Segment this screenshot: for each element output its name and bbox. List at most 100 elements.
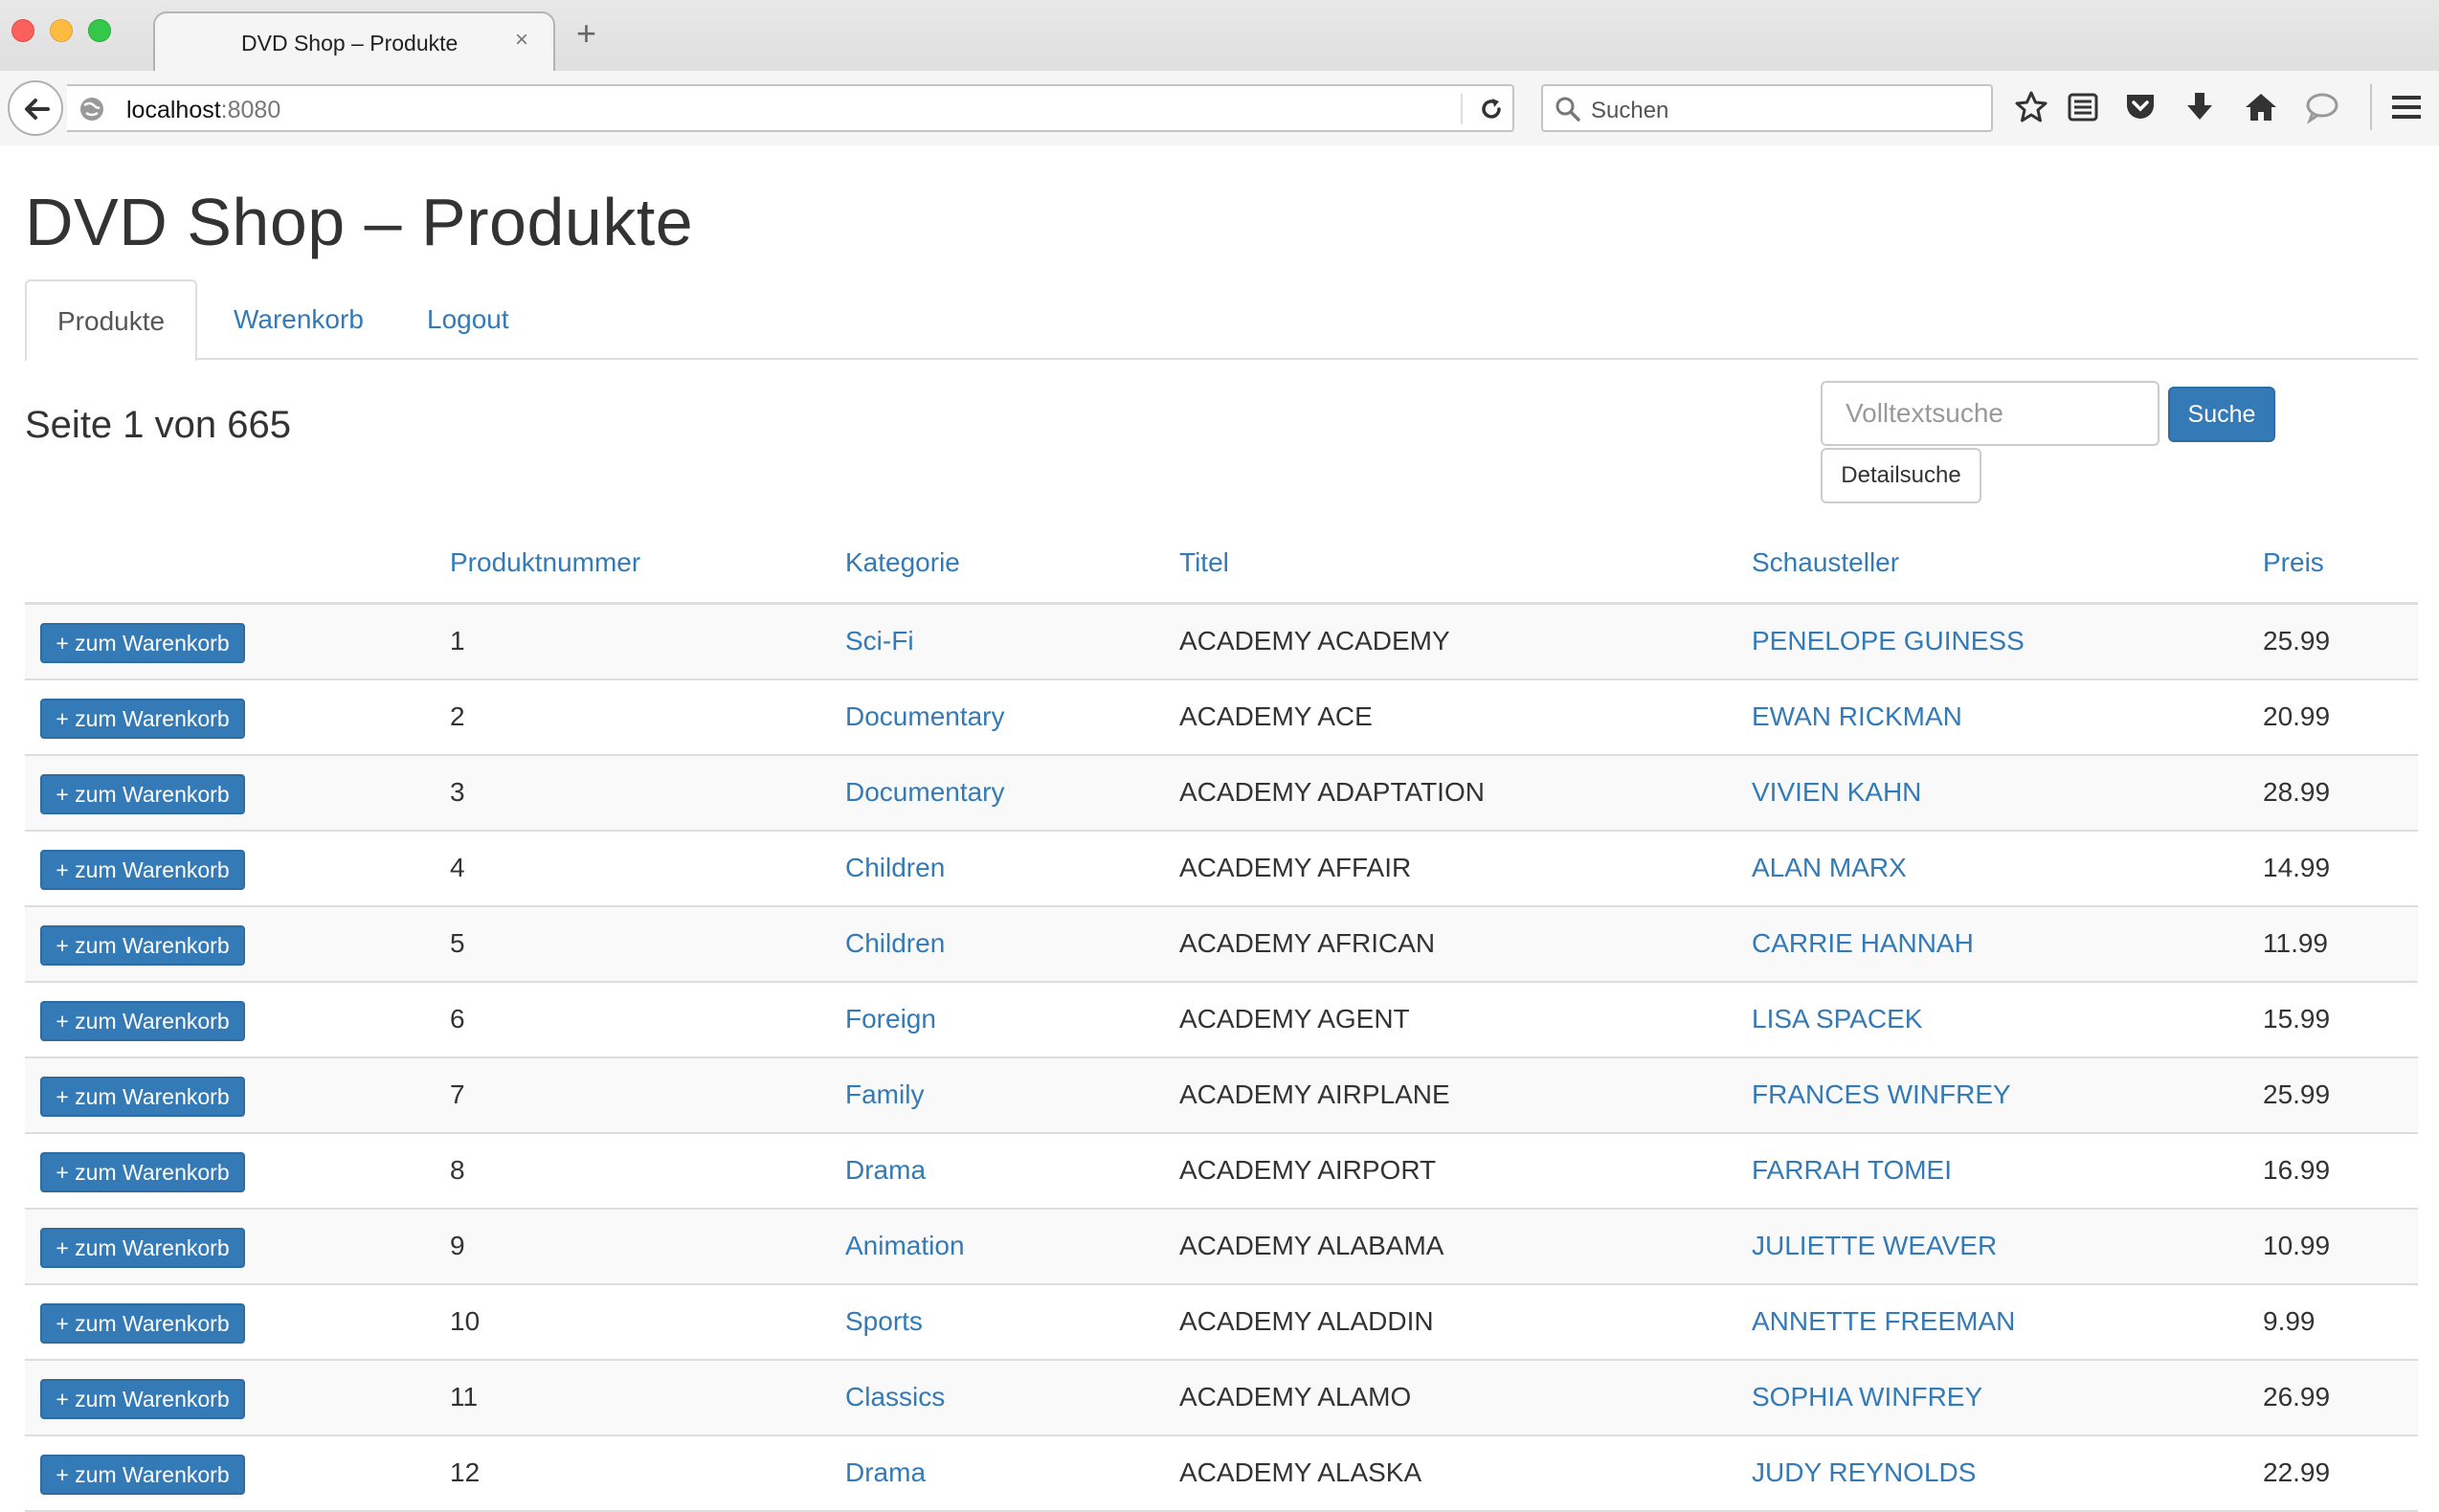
table-row: + zum Warenkorb 4 Children ACADEMY AFFAIR AL… [25, 832, 2418, 907]
table-row: + zum Warenkorb 3 Documentary ACADEMY ADAPT… [25, 756, 2418, 832]
actor-link[interactable]: VIVIEN KAHN [1752, 777, 1921, 808]
category-link[interactable]: Animation [845, 1231, 965, 1261]
url-port: :8080 [220, 97, 281, 123]
add-to-cart-button[interactable]: + zum Warenkorb [40, 925, 245, 966]
products-table: Produktnummer Kategorie Titel Schaustell… [25, 528, 2418, 1512]
browser-search-bar[interactable]: Suchen [1541, 84, 1993, 132]
table-row: + zum Warenkorb 6 Foreign ACADEMY AGENT LISA… [25, 983, 2418, 1058]
nav-tabs: Produkte Warenkorb Logout [25, 279, 2418, 362]
add-to-cart-button[interactable]: + zum Warenkorb [40, 1455, 245, 1495]
browser-search-placeholder: Suchen [1591, 98, 1669, 123]
table-row: + zum Warenkorb 11 Classics ACADEMY ALAMO SO… [25, 1361, 2418, 1436]
table-row: + zum Warenkorb 7 Family ACADEMY AIRPLANE FR… [25, 1058, 2418, 1134]
product-price: 25.99 [2263, 1079, 2331, 1109]
header-schausteller[interactable]: Schausteller [1752, 547, 1899, 578]
tab-warenkorb[interactable]: Warenkorb [203, 279, 394, 360]
table-row: + zum Warenkorb 9 Animation ACADEMY ALABAMA… [25, 1210, 2418, 1285]
product-title: ACADEMY ACADEMY [1179, 626, 1450, 656]
product-title: ACADEMY AIRPORT [1179, 1155, 1437, 1185]
detail-search-button[interactable]: Detailsuche [1821, 448, 1981, 503]
actor-link[interactable]: ANNETTE FREEMAN [1752, 1306, 2015, 1337]
url-host: localhost [126, 97, 221, 123]
tab-close-icon[interactable]: × [515, 27, 528, 54]
browser-chrome: DVD Shop – Produkte × + localhost:8080 S… [0, 0, 2439, 145]
product-number: 2 [450, 701, 465, 731]
download-icon[interactable] [2182, 90, 2217, 124]
product-title: ACADEMY ADAPTATION [1179, 777, 1485, 807]
reload-icon[interactable] [1478, 96, 1505, 122]
add-to-cart-button[interactable]: + zum Warenkorb [40, 623, 245, 663]
category-link[interactable]: Children [845, 928, 945, 959]
add-to-cart-button[interactable]: + zum Warenkorb [40, 1077, 245, 1117]
browser-tab-title: DVD Shop – Produkte [241, 31, 459, 56]
table-row: + zum Warenkorb 5 Children ACADEMY AFRICAN C… [25, 907, 2418, 983]
category-link[interactable]: Sports [845, 1306, 923, 1337]
actor-link[interactable]: EWAN RICKMAN [1752, 701, 1962, 732]
header-titel[interactable]: Titel [1179, 547, 1229, 578]
add-to-cart-button[interactable]: + zum Warenkorb [40, 850, 245, 890]
add-to-cart-button[interactable]: + zum Warenkorb [40, 1379, 245, 1419]
actor-link[interactable]: FARRAH TOMEI [1752, 1155, 1952, 1186]
product-number: 8 [450, 1155, 465, 1185]
category-link[interactable]: Children [845, 853, 945, 883]
back-button[interactable] [8, 80, 63, 136]
add-to-cart-button[interactable]: + zum Warenkorb [40, 774, 245, 814]
product-price: 9.99 [2263, 1306, 2316, 1336]
product-number: 11 [450, 1382, 479, 1412]
add-to-cart-button[interactable]: + zum Warenkorb [40, 699, 245, 739]
actor-link[interactable]: PENELOPE GUINESS [1752, 626, 2025, 656]
home-icon[interactable] [2244, 90, 2278, 124]
table-row: + zum Warenkorb 2 Documentary ACADEMY ACE EW… [25, 680, 2418, 756]
hamburger-menu-icon[interactable] [2389, 90, 2424, 124]
category-link[interactable]: Classics [845, 1382, 945, 1412]
window-close-button[interactable] [11, 19, 34, 42]
category-link[interactable]: Drama [845, 1457, 926, 1488]
bookmark-star-icon[interactable] [2014, 90, 2048, 124]
url-separator [1461, 94, 1463, 124]
add-to-cart-button[interactable]: + zum Warenkorb [40, 1001, 245, 1041]
product-number: 3 [450, 777, 465, 807]
product-number: 5 [450, 928, 465, 958]
product-price: 26.99 [2263, 1382, 2331, 1412]
product-number: 10 [450, 1306, 481, 1336]
back-arrow-icon [25, 99, 50, 120]
actor-link[interactable]: SOPHIA WINFREY [1752, 1382, 1982, 1412]
product-price: 14.99 [2263, 853, 2331, 882]
add-to-cart-button[interactable]: + zum Warenkorb [40, 1152, 245, 1192]
add-to-cart-button[interactable]: + zum Warenkorb [40, 1303, 245, 1344]
table-row: + zum Warenkorb 1 Sci-Fi ACADEMY ACADEMY PEN… [25, 605, 2418, 680]
category-link[interactable]: Foreign [845, 1004, 936, 1034]
actor-link[interactable]: CARRIE HANNAH [1752, 928, 1974, 959]
search-icon [1555, 97, 1580, 122]
product-number: 7 [450, 1079, 465, 1109]
tab-produkte[interactable]: Produkte [25, 279, 198, 362]
tab-logout[interactable]: Logout [396, 279, 540, 360]
category-link[interactable]: Sci-Fi [845, 626, 914, 656]
actor-link[interactable]: ALAN MARX [1752, 853, 1907, 883]
category-link[interactable]: Drama [845, 1155, 926, 1186]
pocket-icon[interactable] [2123, 90, 2158, 124]
chat-icon[interactable] [2305, 90, 2339, 124]
category-link[interactable]: Family [845, 1079, 924, 1110]
header-kategorie[interactable]: Kategorie [845, 547, 960, 578]
add-to-cart-button[interactable]: + zum Warenkorb [40, 1228, 245, 1268]
browser-tab[interactable]: DVD Shop – Produkte × [153, 11, 555, 71]
search-button[interactable]: Suche [2168, 387, 2275, 442]
actor-link[interactable]: FRANCES WINFREY [1752, 1079, 2011, 1110]
page-content: DVD Shop – Produkte Produkte Warenkorb L… [0, 147, 2439, 1512]
reading-list-icon[interactable] [2066, 90, 2100, 124]
header-produktnummer[interactable]: Produktnummer [450, 547, 640, 578]
product-number: 12 [450, 1457, 481, 1487]
url-bar[interactable]: localhost:8080 [67, 84, 1514, 132]
category-link[interactable]: Documentary [845, 701, 1005, 732]
window-minimize-button[interactable] [50, 19, 73, 42]
actor-link[interactable]: LISA SPACEK [1752, 1004, 1922, 1034]
actor-link[interactable]: JUDY REYNOLDS [1752, 1457, 1976, 1488]
window-maximize-button[interactable] [88, 19, 111, 42]
tab-bar: DVD Shop – Produkte × + [0, 0, 2439, 71]
actor-link[interactable]: JULIETTE WEAVER [1752, 1231, 1997, 1261]
category-link[interactable]: Documentary [845, 777, 1005, 808]
new-tab-button[interactable]: + [576, 16, 596, 51]
header-preis[interactable]: Preis [2263, 547, 2324, 578]
fulltext-search-input[interactable] [1821, 381, 2159, 446]
